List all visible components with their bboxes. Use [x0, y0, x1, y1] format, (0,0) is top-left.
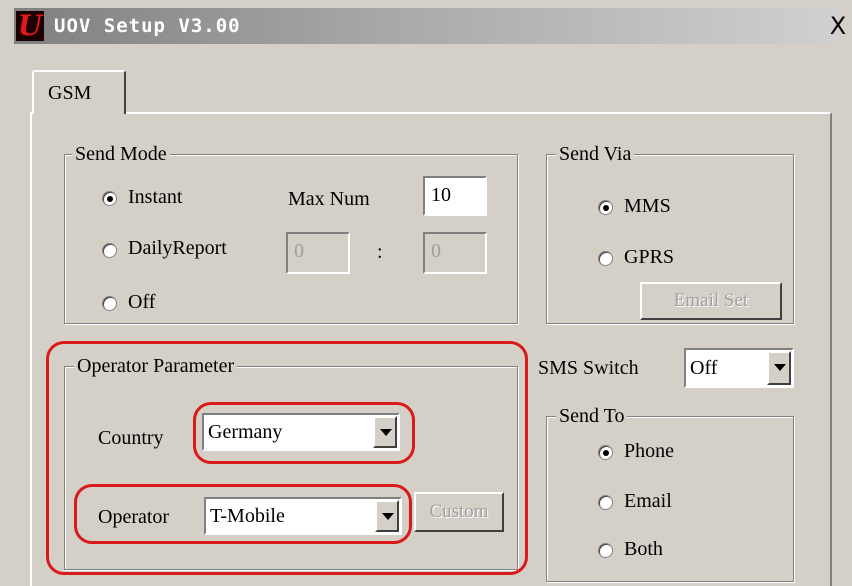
send-mode-off-label[interactable]: Off [128, 290, 155, 314]
send-to-both-radio[interactable] [598, 543, 613, 558]
send-to-phone-label[interactable]: Phone [624, 439, 674, 463]
send-via-gprs-radio[interactable] [598, 251, 613, 266]
send-mode-instant-radio[interactable] [102, 191, 117, 206]
send-mode-legend: Send Mode [72, 142, 170, 166]
max-num-input[interactable]: 10 [423, 176, 487, 216]
send-via-mms-radio[interactable] [598, 200, 613, 215]
app-logo-icon: U [16, 9, 44, 42]
country-highlight [193, 402, 415, 464]
send-to-both-label[interactable]: Both [624, 537, 663, 561]
send-to-phone-radio[interactable] [598, 445, 613, 460]
send-via-gprs-label[interactable]: GPRS [624, 245, 674, 269]
operator-highlight [74, 484, 412, 544]
daily-report-separator: : [377, 241, 383, 263]
sms-switch-label: SMS Switch [538, 357, 639, 379]
sms-switch-dropdown[interactable]: Off [684, 348, 794, 388]
send-via-mms-label[interactable]: MMS [624, 194, 671, 218]
tab-gsm-label: GSM [48, 82, 92, 104]
send-mode-off-radio[interactable] [102, 296, 117, 311]
close-button[interactable]: X [826, 13, 850, 39]
window-title: UOV Setup V3.00 [54, 15, 241, 37]
send-via-legend: Send Via [556, 142, 635, 166]
dropdown-arrow-icon[interactable] [767, 351, 791, 385]
tab-gsm[interactable]: GSM [32, 70, 126, 114]
email-set-button[interactable]: Email Set [640, 282, 782, 320]
sms-switch-value: Off [690, 357, 718, 379]
title-bar: U UOV Setup V3.00 [14, 8, 838, 44]
send-mode-instant-label[interactable]: Instant [128, 185, 182, 209]
send-mode-dailyreport-radio[interactable] [102, 243, 117, 258]
send-to-email-label[interactable]: Email [624, 489, 672, 513]
max-num-label: Max Num [288, 188, 370, 210]
daily-report-hour-input[interactable]: 0 [286, 232, 350, 274]
send-mode-dailyreport-label[interactable]: DailyReport [128, 236, 227, 260]
send-to-legend: Send To [556, 404, 628, 428]
send-to-email-radio[interactable] [598, 495, 613, 510]
daily-report-minute-input[interactable]: 0 [423, 232, 487, 274]
